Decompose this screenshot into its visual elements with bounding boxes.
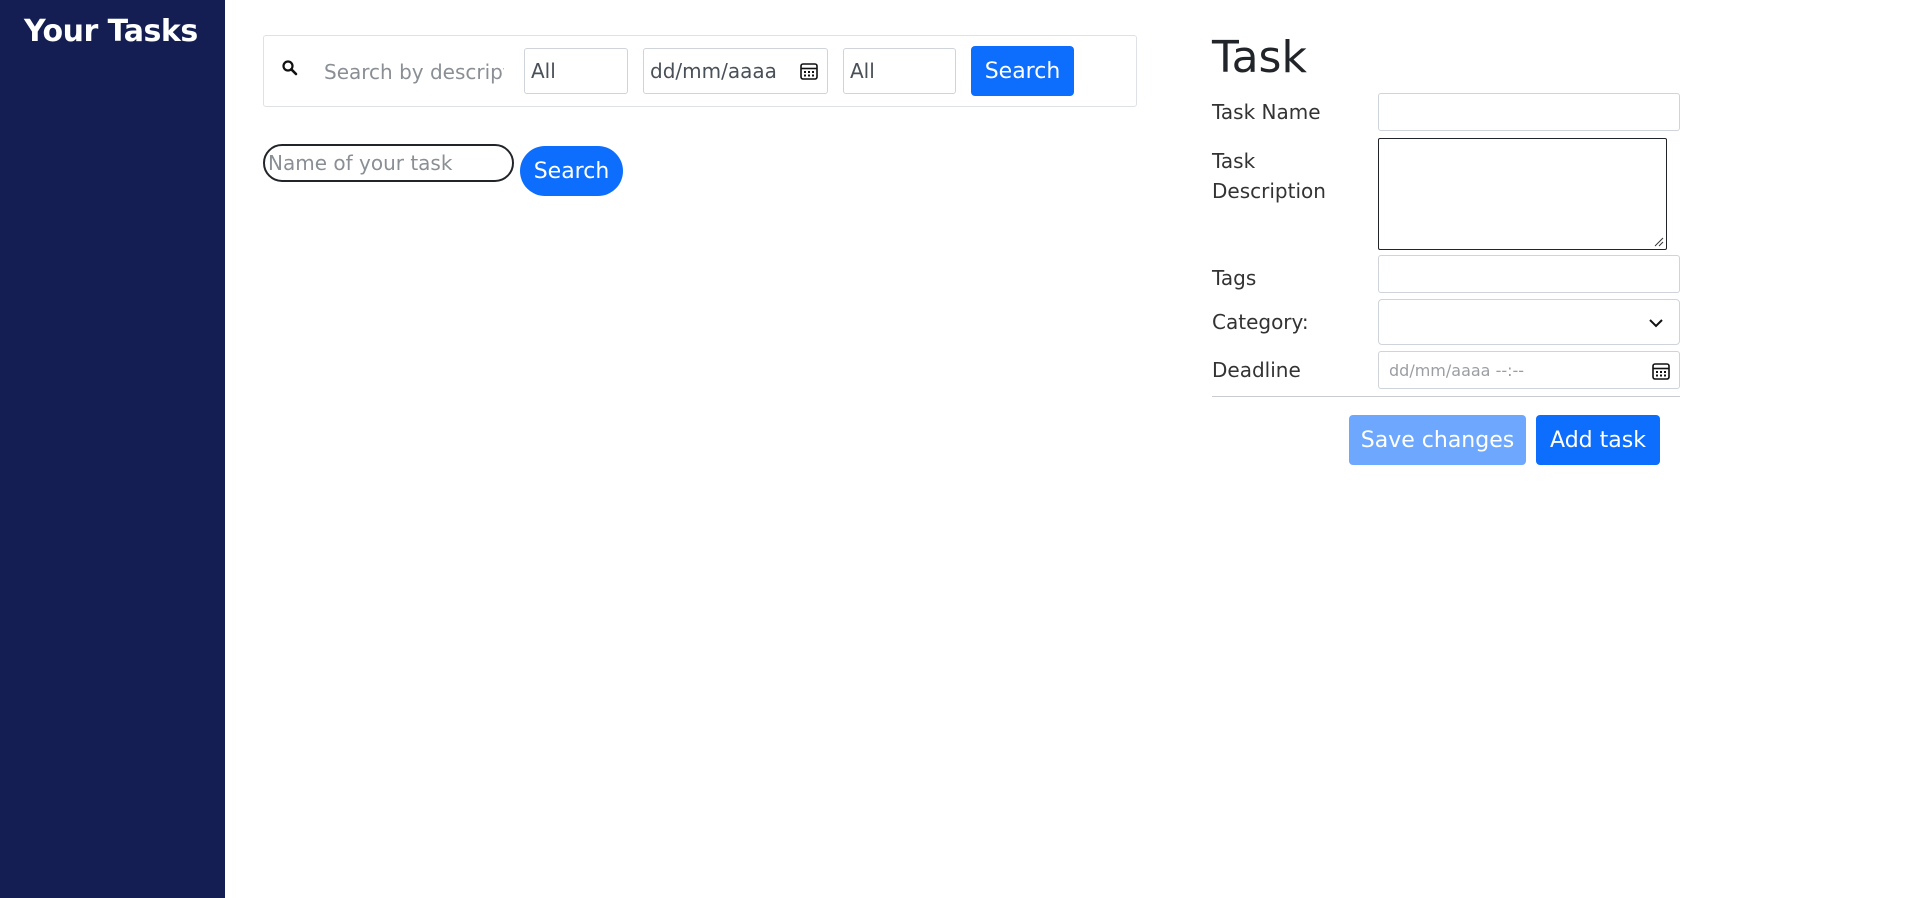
save-changes-button[interactable]: Save changes xyxy=(1349,415,1526,465)
sidebar: Your Tasks xyxy=(0,0,225,898)
calendar-icon[interactable] xyxy=(1651,361,1671,381)
filter-bar: All dd/mm/aaaa All Search xyxy=(263,35,1137,107)
deadline-placeholder: dd/mm/aaaa --:-- xyxy=(1389,360,1525,380)
search-icon xyxy=(282,60,298,76)
chevron-down-icon xyxy=(1649,319,1663,328)
date-filter-input[interactable]: dd/mm/aaaa xyxy=(643,48,828,94)
form-divider xyxy=(1212,396,1680,397)
deadline-label: Deadline xyxy=(1212,358,1301,382)
resize-grip-icon[interactable] xyxy=(1654,237,1664,247)
category-select[interactable] xyxy=(1378,299,1680,345)
sidebar-title: Your Tasks xyxy=(24,14,198,49)
deadline-input[interactable]: dd/mm/aaaa --:-- xyxy=(1378,351,1680,389)
description-search-input[interactable] xyxy=(322,48,506,96)
name-search-button[interactable]: Search xyxy=(520,146,623,196)
status-filter-value: All xyxy=(531,59,556,83)
task-name-label: Task Name xyxy=(1212,100,1321,124)
calendar-icon[interactable] xyxy=(799,61,819,81)
priority-filter-value: All xyxy=(850,59,875,83)
priority-filter-select[interactable]: All xyxy=(843,48,956,94)
date-filter-placeholder: dd/mm/aaaa xyxy=(650,59,777,83)
task-form-title: Task xyxy=(1212,32,1307,83)
category-label: Category: xyxy=(1212,310,1309,334)
status-filter-select[interactable]: All xyxy=(524,48,628,94)
task-name-search-input[interactable] xyxy=(263,144,514,182)
task-form: Task Task Name Task Description Tags Cat… xyxy=(1212,0,1682,480)
task-name-input[interactable] xyxy=(1378,93,1680,131)
add-task-button[interactable]: Add task xyxy=(1536,415,1660,465)
filter-search-button[interactable]: Search xyxy=(971,46,1074,96)
tags-input[interactable] xyxy=(1378,255,1680,293)
tags-label: Tags xyxy=(1212,266,1257,290)
task-description-label: Task Description xyxy=(1212,149,1326,203)
task-description-textarea[interactable] xyxy=(1378,138,1667,250)
